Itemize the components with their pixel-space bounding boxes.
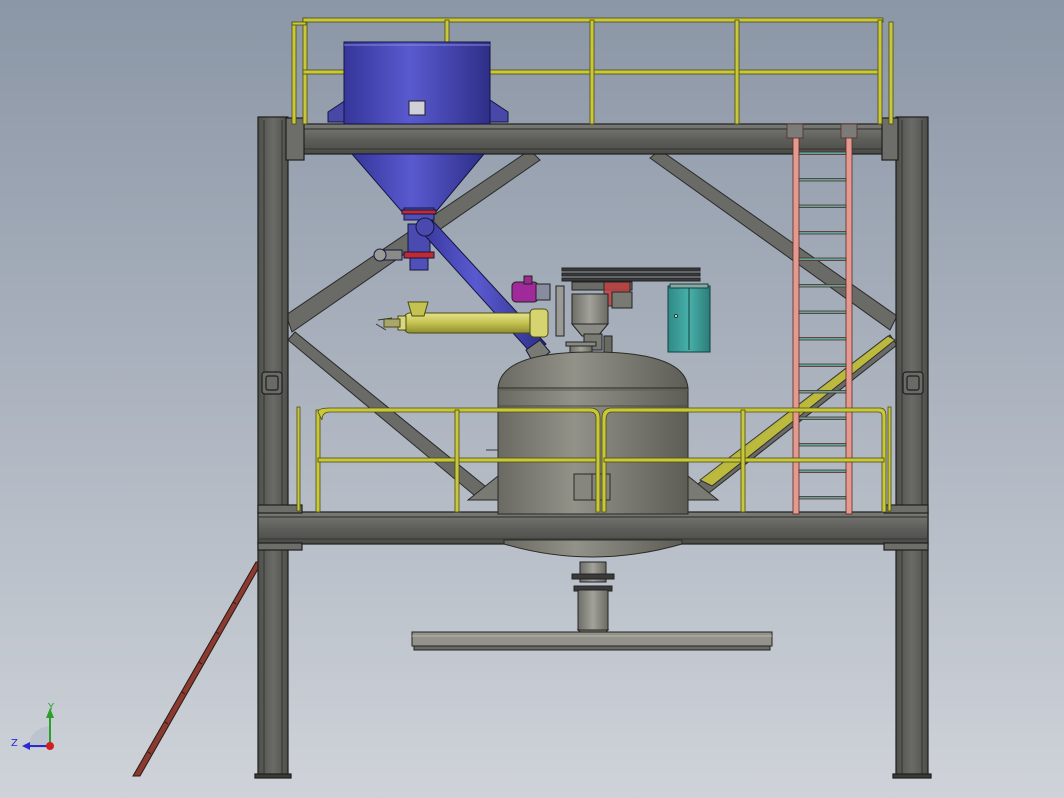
- axis-triad: Y Z: [11, 702, 55, 750]
- ladder-rung: [798, 416, 847, 420]
- ladder-rung: [798, 204, 847, 208]
- ladder-rung: [798, 151, 847, 155]
- access-stair[interactable]: [132, 561, 263, 777]
- ladder-rung: [798, 231, 847, 235]
- z-axis-label: Z: [11, 738, 18, 749]
- access-ladder[interactable]: [786, 123, 858, 515]
- ladder-rung: [798, 284, 847, 288]
- cad-model-view[interactable]: Y Z: [0, 0, 1064, 798]
- ladder-rung: [798, 363, 847, 367]
- ladder-rung: [798, 469, 847, 473]
- ladder-rung: [798, 178, 847, 182]
- ladder-rung: [798, 257, 847, 261]
- ladder-rung: [798, 443, 847, 447]
- cad-viewport[interactable]: Y Z: [0, 0, 1064, 798]
- ladder-rung: [798, 390, 847, 394]
- y-axis-label: Y: [47, 702, 55, 713]
- origin-icon: [46, 742, 54, 750]
- right-column: [895, 116, 929, 778]
- left-column: [257, 116, 289, 778]
- distribution-trough[interactable]: [411, 631, 773, 651]
- screw-conveyor[interactable]: [375, 301, 549, 338]
- ladder-rung: [798, 496, 847, 500]
- ladder-rung: [798, 310, 847, 314]
- control-cabinet[interactable]: [667, 283, 711, 353]
- ladder-rung: [798, 337, 847, 341]
